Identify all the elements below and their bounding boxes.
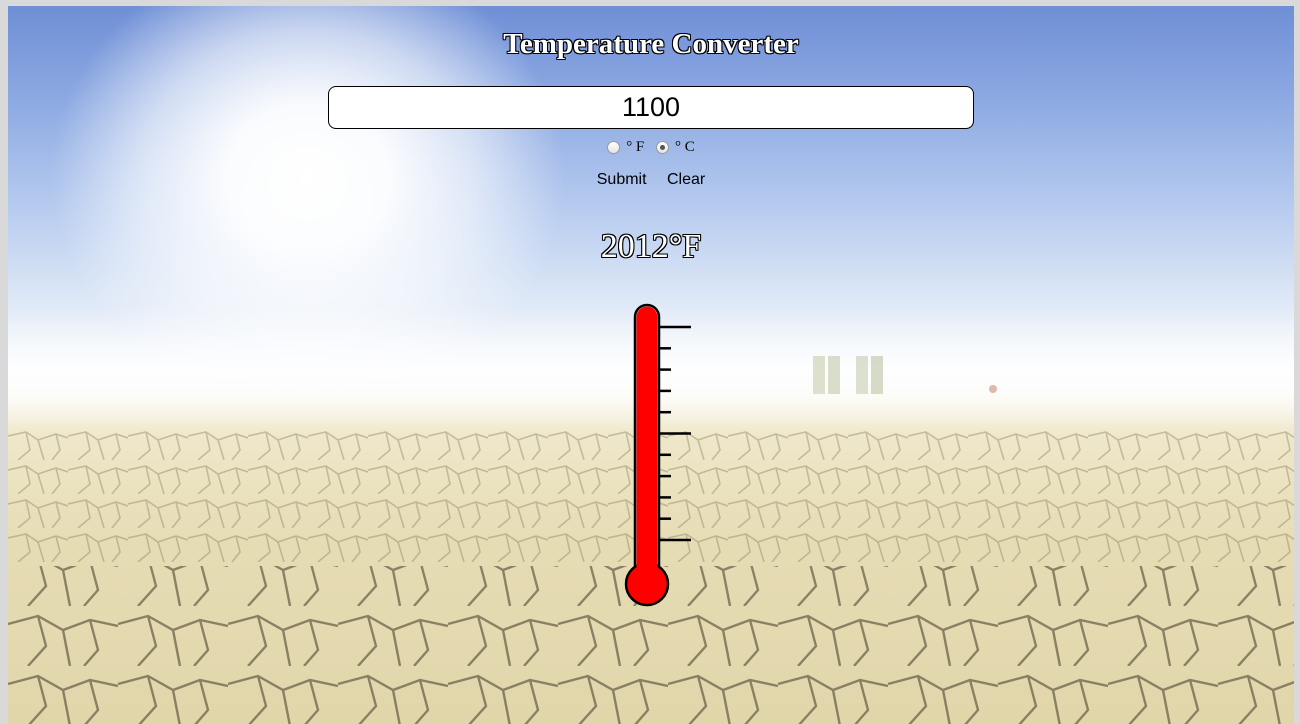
distant-structures [813, 356, 997, 394]
fahrenheit-label: ° F [626, 139, 645, 155]
unit-option-fahrenheit[interactable]: ° F [607, 139, 644, 156]
clear-button[interactable]: Clear [667, 171, 705, 189]
thermometer-scale [659, 325, 691, 542]
converter-page: Temperature Converter ° F ° C Submit Cle… [8, 6, 1294, 724]
fahrenheit-radio[interactable] [607, 141, 621, 154]
page-title: Temperature Converter [503, 28, 799, 60]
thermometer-mercury [636, 306, 658, 582]
submit-button[interactable]: Submit [597, 171, 647, 189]
celsius-radio[interactable] [656, 141, 670, 154]
celsius-label: ° C [675, 139, 695, 155]
temperature-input[interactable] [328, 86, 974, 129]
browser-window: Temperature Converter ° F ° C Submit Cle… [0, 0, 1300, 724]
unit-radio-group: ° F ° C [8, 139, 1294, 159]
unit-option-celsius[interactable]: ° C [656, 139, 695, 156]
thermometer-graphic [624, 303, 691, 607]
thermometer-neck [636, 556, 658, 582]
action-buttons: Submit Clear [8, 171, 1294, 189]
conversion-result: 2012°F [600, 228, 702, 265]
